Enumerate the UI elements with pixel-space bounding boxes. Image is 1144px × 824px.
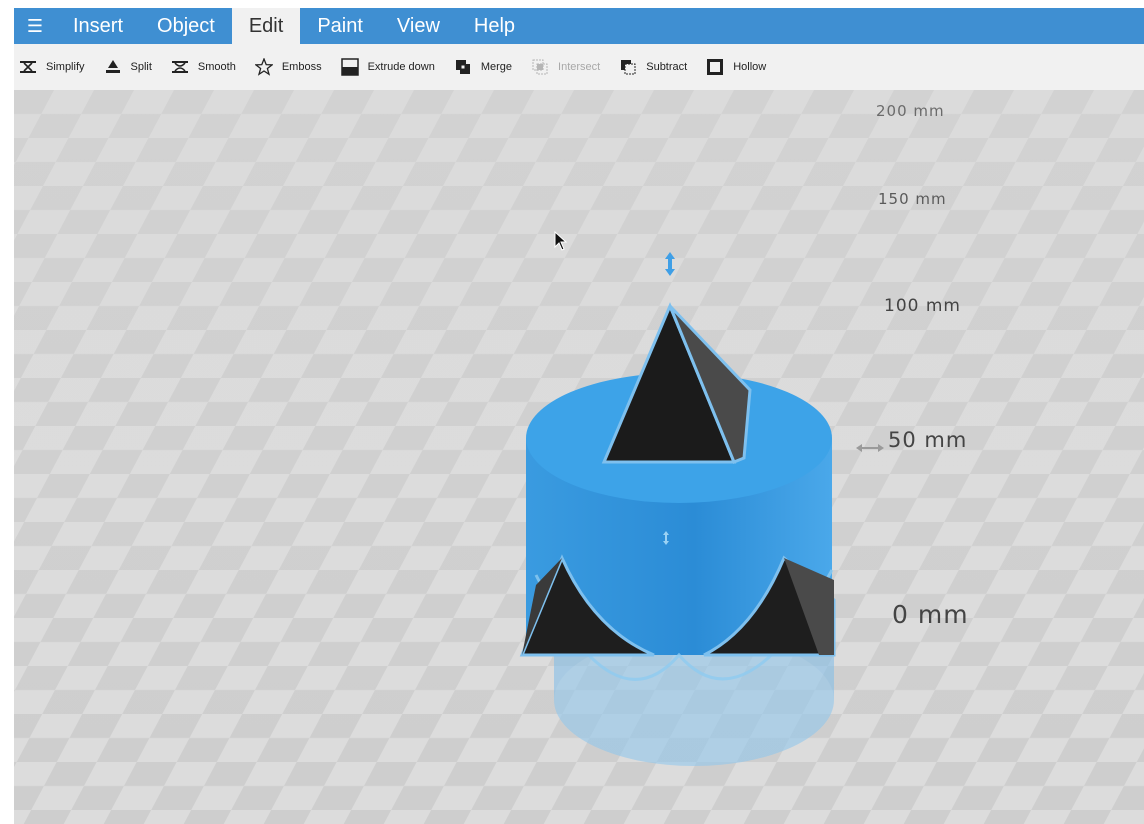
scale-label-0mm: 0 mm [892,600,969,629]
scene-canvas [14,90,1144,824]
menu-help[interactable]: Help [457,8,532,44]
menu-paint[interactable]: Paint [300,8,380,44]
hollow-label: Hollow [733,61,767,73]
emboss-label: Emboss [281,61,322,73]
extrude-down-button[interactable]: Extrude down [340,57,435,77]
smooth-label: Smooth [197,61,236,73]
simplify-label: Simplify [46,61,85,73]
hamburger-icon[interactable]: ☰ [14,8,56,44]
menu-object[interactable]: Object [140,8,232,44]
edit-toolbar: Simplify Split Smooth Emboss Extrude dow… [14,44,1144,90]
extrude-down-icon [340,57,360,77]
scale-label-100mm: 100 mm [884,296,961,316]
scale-label-50mm: 50 mm [888,428,968,452]
simplify-icon [18,57,38,77]
intersect-label: Intersect [558,61,601,73]
extrude-down-label: Extrude down [367,61,435,73]
hollow-button[interactable]: Hollow [705,57,766,77]
menu-bar: ☰ Insert Object Edit Paint View Help [14,8,1144,44]
menu-insert[interactable]: Insert [56,8,140,44]
hollow-icon [705,57,725,77]
emboss-button[interactable]: Emboss [254,57,322,77]
merge-label: Merge [480,61,513,73]
smooth-button[interactable]: Smooth [170,57,236,77]
menu-view[interactable]: View [380,8,457,44]
menu-edit[interactable]: Edit [231,8,301,44]
smooth-icon [170,57,190,77]
split-icon [103,57,123,77]
3d-viewport[interactable]: 200 mm 150 mm 100 mm 50 mm 0 mm [14,90,1144,824]
intersect-button[interactable]: Intersect [530,57,600,77]
intersect-icon [530,57,550,77]
subtract-icon [618,57,638,77]
subtract-label: Subtract [646,61,688,73]
app-window: ☰ Insert Object Edit Paint View Help Sim… [14,8,1144,824]
scale-label-150mm: 150 mm [878,190,947,208]
merge-button[interactable]: Merge [453,57,512,77]
simplify-button[interactable]: Simplify [18,57,85,77]
scale-label-200mm: 200 mm [876,102,945,120]
emboss-star-icon [254,57,274,77]
split-button[interactable]: Split [103,57,152,77]
subtract-button[interactable]: Subtract [618,57,687,77]
merge-icon [453,57,473,77]
split-label: Split [130,61,152,73]
